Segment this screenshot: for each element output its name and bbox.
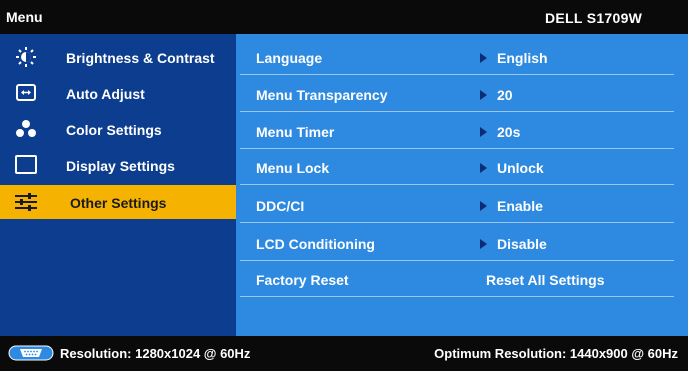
arrow-right-icon xyxy=(480,127,487,138)
sidebar-item-color-settings[interactable]: Color Settings xyxy=(0,112,236,146)
color-settings-icon xyxy=(16,120,36,137)
header-bar: Menu DELL S1709W xyxy=(0,0,688,34)
sidebar-item-auto-adjust[interactable]: Auto Adjust xyxy=(0,76,236,110)
monitor-osd-menu: Menu DELL S1709W Brightness & Contrast A… xyxy=(0,0,688,371)
setting-label: DDC/CI xyxy=(256,198,305,214)
vga-connector-icon xyxy=(8,345,54,361)
setting-label: Menu Lock xyxy=(256,160,330,176)
other-settings-icon xyxy=(15,193,37,211)
status-bar: Resolution: 1280x1024 @ 60Hz Optimum Res… xyxy=(0,336,688,371)
setting-row-factory-reset[interactable]: Factory Reset Reset All Settings xyxy=(240,260,674,297)
arrow-right-icon xyxy=(480,90,487,101)
display-settings-icon xyxy=(15,155,37,174)
arrow-right-icon xyxy=(480,53,487,64)
menu-title: Menu xyxy=(6,9,43,25)
setting-label: LCD Conditioning xyxy=(256,236,375,252)
arrow-right-icon xyxy=(480,163,487,174)
setting-row-menu-lock[interactable]: Menu Lock Unlock xyxy=(240,148,674,185)
auto-adjust-icon xyxy=(16,84,36,101)
arrow-right-icon xyxy=(480,239,487,250)
sidebar: Brightness & Contrast Auto Adjust Color … xyxy=(0,34,236,336)
settings-panel: Language English Menu Transparency 20 Me… xyxy=(236,34,688,336)
sidebar-item-brightness-contrast[interactable]: Brightness & Contrast xyxy=(0,40,236,74)
sidebar-item-label: Auto Adjust xyxy=(66,86,145,102)
arrow-right-icon xyxy=(480,201,487,212)
sidebar-item-label: Display Settings xyxy=(66,158,175,174)
sidebar-item-label: Other Settings xyxy=(70,195,167,211)
setting-row-ddc-ci[interactable]: DDC/CI Enable xyxy=(240,186,674,223)
optimum-resolution: Optimum Resolution: 1440x900 @ 60Hz xyxy=(434,346,678,361)
monitor-model: DELL S1709W xyxy=(545,10,643,26)
setting-value: Enable xyxy=(480,198,543,214)
setting-row-menu-timer[interactable]: Menu Timer 20s xyxy=(240,112,674,149)
setting-row-lcd-conditioning[interactable]: LCD Conditioning Disable xyxy=(240,224,674,261)
setting-row-language[interactable]: Language English xyxy=(240,38,674,75)
setting-label: Factory Reset xyxy=(256,272,349,288)
brightness-icon xyxy=(16,47,36,67)
setting-value: English xyxy=(480,50,548,66)
setting-value: 20 xyxy=(480,87,513,103)
setting-value: Unlock xyxy=(480,160,544,176)
sidebar-item-label: Brightness & Contrast xyxy=(66,50,215,66)
setting-row-menu-transparency[interactable]: Menu Transparency 20 xyxy=(240,75,674,112)
setting-value: Disable xyxy=(480,236,547,252)
setting-value: Reset All Settings xyxy=(486,272,605,288)
setting-value: 20s xyxy=(480,124,520,140)
current-resolution: Resolution: 1280x1024 @ 60Hz xyxy=(60,346,251,361)
setting-label: Language xyxy=(256,50,323,66)
setting-label: Menu Transparency xyxy=(256,87,388,103)
sidebar-item-label: Color Settings xyxy=(66,122,162,138)
sidebar-item-other-settings[interactable]: Other Settings xyxy=(0,185,236,219)
sidebar-item-display-settings[interactable]: Display Settings xyxy=(0,148,236,182)
setting-label: Menu Timer xyxy=(256,124,335,140)
